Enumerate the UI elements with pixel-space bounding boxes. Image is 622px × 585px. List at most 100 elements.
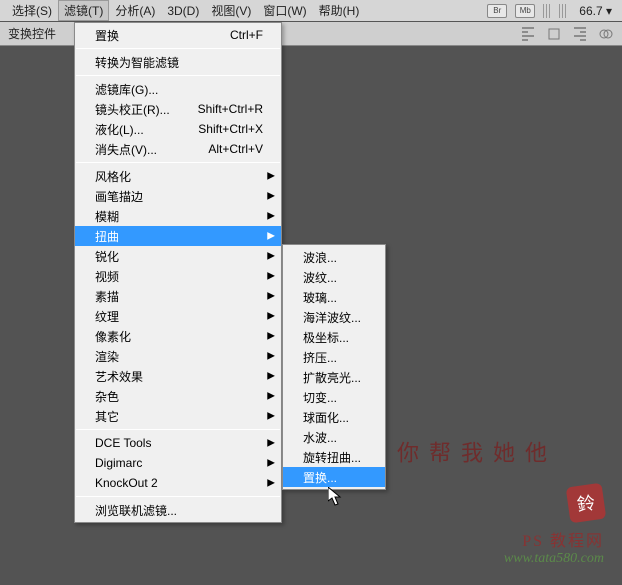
watermark: 他她我帮你 鈴 PS 教程网 www.tata580.com: [504, 485, 604, 567]
menu-item-label: 扩散亮光...: [303, 369, 367, 386]
menu-item-digimarc[interactable]: Digimarc▶: [75, 453, 281, 473]
menu-item-artistic[interactable]: 艺术效果 ▶: [75, 366, 281, 386]
submenu-arrow-icon: ▶: [267, 331, 275, 342]
menu-item-label: 转换为智能滤镜: [95, 54, 263, 71]
menu-view[interactable]: 视图(V): [205, 0, 257, 21]
submenu-item-ripple[interactable]: 波纹...: [283, 267, 385, 287]
menu-item-vanishing-point[interactable]: 消失点(V)...Alt+Ctrl+V: [75, 139, 281, 159]
menu-item-label: 视频: [95, 268, 263, 285]
bridge-badge[interactable]: Br: [487, 4, 507, 18]
menu-item-smart-filter[interactable]: 转换为智能滤镜: [75, 52, 281, 72]
submenu-item-shear[interactable]: 切变...: [283, 387, 385, 407]
menu-item-label: 扭曲: [95, 228, 263, 245]
menu-item-label: 球面化...: [303, 409, 367, 426]
submenu-arrow-icon: ▶: [267, 171, 275, 182]
watermark-line1: PS 教程网: [504, 527, 604, 551]
menu-item-label: 风格化: [95, 168, 263, 185]
menu-item-browse-filters[interactable]: 浏览联机滤镜...: [75, 500, 281, 520]
screenmode-icon[interactable]: [559, 4, 567, 18]
menu-item-lens-correction[interactable]: 镜头校正(R)...Shift+Ctrl+R: [75, 99, 281, 119]
submenu-arrow-icon: ▶: [267, 251, 275, 262]
menu-item-filter-gallery[interactable]: 滤镜库(G)...: [75, 79, 281, 99]
menu-item-label: 渲染: [95, 348, 263, 365]
menu-item-label: 其它: [95, 408, 263, 425]
align-left-icon[interactable]: [520, 26, 536, 42]
submenu-item-zigzag[interactable]: 水波...: [283, 427, 385, 447]
menu-analysis[interactable]: 分析(A): [109, 0, 161, 21]
menu-filter[interactable]: 滤镜(T): [58, 0, 109, 21]
menu-item-sketch[interactable]: 素描▶: [75, 286, 281, 306]
submenu-item-diffuse-glow[interactable]: 扩散亮光...: [283, 367, 385, 387]
menu-item-label: 浏览联机滤镜...: [95, 502, 263, 519]
submenu-arrow-icon: ▶: [267, 191, 275, 202]
menu-item-blur[interactable]: 模糊▶: [75, 206, 281, 226]
menu-item-label: 极坐标...: [303, 329, 367, 346]
menu-item-label: 滤镜库(G)...: [95, 81, 263, 98]
menu-item-sharpen[interactable]: 锐化 ▶: [75, 246, 281, 266]
menu-item-label: 纹理: [95, 308, 263, 325]
menu-item-label: DCE Tools: [95, 436, 263, 450]
menu-item-label: 像素化: [95, 328, 263, 345]
menu-item-other[interactable]: 其它 ▶: [75, 406, 281, 426]
watermark-script: 他她我帮你: [390, 441, 550, 467]
menu-item-dce-tools[interactable]: DCE Tools ▶: [75, 433, 281, 453]
separator: [76, 48, 280, 49]
menu-item-shortcut: Shift+Ctrl+R: [198, 102, 263, 116]
menu-item-render[interactable]: 渲染▶: [75, 346, 281, 366]
distort-submenu: 波浪... 波纹... 玻璃... 海洋波纹... 极坐标... 挤压... 扩…: [282, 244, 386, 490]
menu-item-stylize[interactable]: 风格化 ▶: [75, 166, 281, 186]
menu-3d[interactable]: 3D(D): [161, 2, 205, 20]
menu-item-distort[interactable]: 扭曲▶: [75, 226, 281, 246]
menu-item-label: 消失点(V)...: [95, 141, 208, 158]
submenu-arrow-icon: ▶: [267, 478, 275, 489]
watermark-stamp-icon: 鈴: [566, 483, 607, 524]
submenu-item-spherize[interactable]: 球面化...: [283, 407, 385, 427]
menu-item-pixelate[interactable]: 像素化 ▶: [75, 326, 281, 346]
menu-item-label: 波纹...: [303, 269, 367, 286]
submenu-arrow-icon: ▶: [267, 438, 275, 449]
menu-item-label: 挤压...: [303, 349, 367, 366]
menu-item-label: 锐化: [95, 248, 263, 265]
menu-item-label: 艺术效果: [95, 368, 263, 385]
submenu-item-pinch[interactable]: 挤压...: [283, 347, 385, 367]
layout-icon[interactable]: [543, 4, 551, 18]
menu-item-label: 杂色: [95, 388, 263, 405]
menu-item-video[interactable]: 视频▶: [75, 266, 281, 286]
filter-menu: 置换 Ctrl+F 转换为智能滤镜 滤镜库(G)... 镜头校正(R)...Sh…: [74, 22, 282, 523]
watermark-line2: www.tata580.com: [504, 551, 604, 567]
menu-item-label: 镜头校正(R)...: [95, 101, 198, 118]
submenu-arrow-icon: ▶: [267, 411, 275, 422]
menu-item-label: 画笔描边: [95, 188, 263, 205]
menu-item-liquify[interactable]: 液化(L)...Shift+Ctrl+X: [75, 119, 281, 139]
submenu-arrow-icon: ▶: [267, 391, 275, 402]
submenu-item-wave[interactable]: 波浪...: [283, 247, 385, 267]
menu-item-shortcut: Shift+Ctrl+X: [198, 122, 263, 136]
menu-item-label: 模糊: [95, 208, 263, 225]
menu-window[interactable]: 窗口(W): [257, 0, 312, 21]
menu-item-label: 水波...: [303, 429, 367, 446]
menu-item-label: 玻璃...: [303, 289, 367, 306]
submenu-item-twirl[interactable]: 旋转扭曲...: [283, 447, 385, 467]
align-right-icon[interactable]: [572, 26, 588, 42]
menu-item-brush-strokes[interactable]: 画笔描边 ▶: [75, 186, 281, 206]
minibridge-badge[interactable]: Mb: [515, 4, 535, 18]
menu-item-texture[interactable]: 纹理 ▶: [75, 306, 281, 326]
zoom-level[interactable]: 66.7 ▾: [575, 4, 616, 18]
menu-item-knockout[interactable]: KnockOut 2 ▶: [75, 473, 281, 493]
submenu-item-displace[interactable]: 置换...: [283, 467, 385, 487]
menu-select[interactable]: 选择(S): [6, 0, 58, 21]
menu-item-last-filter[interactable]: 置换 Ctrl+F: [75, 25, 281, 45]
submenu-arrow-icon: ▶: [267, 311, 275, 322]
separator: [76, 75, 280, 76]
mask-icon[interactable]: [598, 26, 614, 42]
submenu-item-polar[interactable]: 极坐标...: [283, 327, 385, 347]
menu-item-label: KnockOut 2: [95, 476, 263, 490]
submenu-item-glass[interactable]: 玻璃...: [283, 287, 385, 307]
menu-item-noise[interactable]: 杂色 ▶: [75, 386, 281, 406]
submenu-item-ocean-ripple[interactable]: 海洋波纹...: [283, 307, 385, 327]
submenu-arrow-icon: ▶: [267, 371, 275, 382]
align-center-icon[interactable]: [546, 26, 562, 42]
menu-item-label: 海洋波纹...: [303, 309, 367, 326]
submenu-arrow-icon: ▶: [267, 291, 275, 302]
menu-help[interactable]: 帮助(H): [313, 0, 366, 21]
